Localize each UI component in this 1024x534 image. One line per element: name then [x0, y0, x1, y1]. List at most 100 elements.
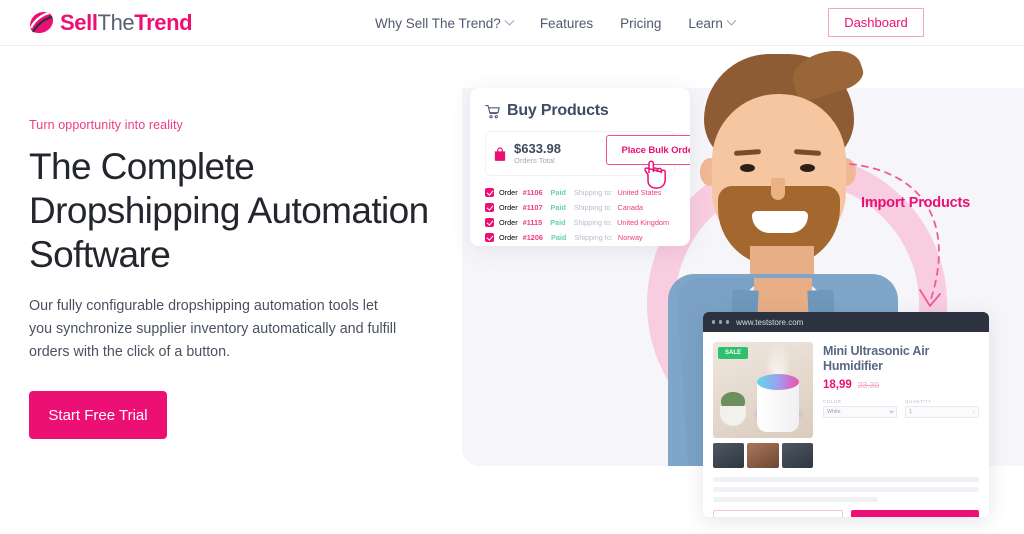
- quantity-option: QUANTITY 1 ↕: [905, 399, 979, 418]
- thumbnail-strip: [713, 443, 813, 468]
- order-id: #1106: [522, 188, 543, 197]
- add-to-cart-button[interactable]: ADD TO CART: [713, 510, 843, 517]
- shopping-bag-icon: [494, 146, 506, 161]
- logo-wordmark: SellTheTrend: [60, 10, 193, 35]
- logo-text-the: The: [97, 10, 135, 35]
- order-row[interactable]: Order #1115 Paid Shipping to: United Kin…: [485, 218, 675, 227]
- dashboard-button[interactable]: Dashboard: [828, 8, 924, 37]
- checkbox-checked-icon[interactable]: [485, 218, 494, 227]
- hero-subtitle: Our fully configurable dropshipping auto…: [29, 298, 397, 360]
- pointer-hand-cursor-icon: [644, 160, 666, 189]
- checkbox-checked-icon[interactable]: [485, 188, 494, 197]
- thumbnail[interactable]: [781, 443, 813, 468]
- chevron-down-icon: [889, 408, 894, 413]
- buy-it-now-button[interactable]: BUY IT NOW: [851, 510, 979, 517]
- nav-item-learn[interactable]: Learn: [688, 15, 737, 31]
- humidifier-top: [757, 374, 799, 390]
- shopping-cart-icon: [485, 104, 500, 118]
- shipping-country: Canada: [617, 203, 644, 212]
- shipping-prefix: Shipping to:: [574, 233, 613, 242]
- price-row: 18,99 23,30: [823, 379, 979, 391]
- product-price: 18,99: [823, 379, 852, 391]
- product-detail: SALE Mini Ultrasonic Air Humidifier 18,9…: [703, 332, 989, 468]
- swoosh-logo-icon: [29, 11, 53, 33]
- chevron-down-icon: [726, 15, 737, 26]
- shipping-country: United Kingdom: [617, 218, 670, 227]
- eye-left: [740, 164, 755, 172]
- skeleton-line: [713, 497, 878, 502]
- logo[interactable]: SellTheTrend: [28, 8, 193, 38]
- checkbox-checked-icon[interactable]: [485, 203, 494, 212]
- product-title: Mini Ultrasonic Air Humidifier: [823, 344, 930, 373]
- thumbnail[interactable]: [747, 443, 779, 468]
- order-row[interactable]: Order #1107 Paid Shipping to: Canada: [485, 203, 675, 212]
- main-navigation: Why Sell The Trend? Features Pricing Lea…: [375, 0, 737, 46]
- close-icon: [712, 320, 716, 324]
- order-status: Paid: [550, 233, 567, 242]
- color-value: White: [827, 409, 841, 415]
- sale-badge: SALE: [718, 347, 749, 359]
- minimize-icon: [718, 320, 723, 324]
- order-prefix: Order: [499, 233, 518, 242]
- order-prefix: Order: [499, 188, 518, 197]
- store-preview-card: www.teststore.com SALE Mini Ultrasonic A…: [703, 312, 989, 517]
- order-id: #1206: [522, 233, 543, 242]
- shipping-prefix: Shipping to:: [573, 188, 613, 197]
- color-label: COLOR: [823, 399, 842, 404]
- skeleton-line: [713, 477, 979, 482]
- stepper-arrows-icon[interactable]: ↕: [973, 409, 976, 415]
- orders-total-text: $633.98 Orders Total: [514, 142, 561, 166]
- color-option: COLOR White: [823, 399, 897, 418]
- shipping-prefix: Shipping to:: [573, 203, 613, 212]
- buy-products-header: Buy Products: [485, 102, 675, 120]
- order-status: Paid: [550, 218, 566, 227]
- maximize-icon: [725, 320, 730, 324]
- smile: [752, 211, 808, 233]
- quantity-value: 1: [909, 409, 912, 415]
- nav-item-features[interactable]: Features: [540, 16, 593, 31]
- quantity-stepper[interactable]: 1 ↕: [905, 406, 979, 418]
- checkbox-checked-icon[interactable]: [485, 233, 494, 242]
- import-products-label: Import Products: [861, 195, 970, 211]
- window-controls: [712, 320, 730, 324]
- nav-item-pricing[interactable]: Pricing: [620, 16, 661, 31]
- buy-products-title: Buy Products: [507, 102, 609, 119]
- shipping-prefix: Shipping to:: [573, 218, 613, 227]
- site-header: SellTheTrend Why Sell The Trend? Feature…: [0, 0, 1024, 46]
- browser-chrome-bar: www.teststore.com: [703, 312, 989, 332]
- product-main-image[interactable]: SALE: [713, 342, 813, 438]
- nav-label: Pricing: [620, 15, 662, 31]
- quantity-label: QUANTITY: [905, 399, 932, 404]
- page-title: The Complete Dropshipping Automation Sof…: [29, 146, 429, 275]
- product-options: COLOR White QUANTITY 1 ↕: [823, 399, 979, 418]
- order-status: Paid: [550, 203, 566, 212]
- product-info: Mini Ultrasonic Air Humidifier 18,99 23,…: [823, 342, 979, 468]
- orders-total-amount: $633.98: [514, 140, 561, 156]
- hero-eyebrow: Turn opportunity into reality: [29, 118, 183, 132]
- color-select[interactable]: White: [823, 406, 897, 418]
- order-status: Paid: [550, 188, 566, 197]
- product-gallery: SALE: [713, 342, 813, 468]
- product-actions: ADD TO CART BUY IT NOW: [703, 507, 989, 517]
- order-row[interactable]: Order #1206 Paid Shipping to: Norway: [485, 233, 675, 242]
- logo-text-trend: Trend: [134, 10, 193, 35]
- eye-right: [800, 164, 815, 172]
- skeleton-line: [713, 487, 979, 492]
- plant-pot: [720, 406, 746, 426]
- nav-label: Learn: [688, 15, 723, 31]
- address-bar-url[interactable]: www.teststore.com: [736, 318, 803, 327]
- nose: [771, 178, 785, 200]
- nav-label: Why Sell The Trend?: [375, 15, 501, 31]
- thumbnail[interactable]: [713, 443, 745, 468]
- product-price-original: 23,30: [857, 380, 880, 390]
- product-description-placeholder: [703, 468, 989, 502]
- hero-copy: Turn opportunity into reality The Comple…: [29, 118, 429, 439]
- shipping-country: Norway: [617, 233, 643, 242]
- order-prefix: Order: [499, 218, 518, 227]
- order-id: #1107: [522, 203, 543, 212]
- order-id: #1115: [522, 218, 543, 227]
- orders-total-label: Orders Total: [514, 156, 555, 166]
- nav-item-why-sell-the-trend[interactable]: Why Sell The Trend?: [375, 15, 515, 31]
- start-free-trial-button[interactable]: Start Free Trial: [29, 391, 167, 439]
- chevron-down-icon: [504, 15, 515, 26]
